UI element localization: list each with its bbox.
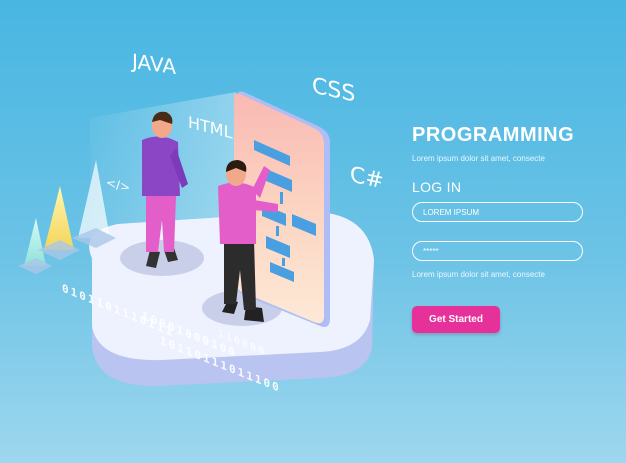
programming-illustration <box>18 91 375 387</box>
username-input[interactable] <box>412 202 583 222</box>
login-heading: LOG IN <box>412 179 462 195</box>
page-title: PROGRAMMING <box>412 124 575 146</box>
hint-text: Lorem ipsum dolor sit amet, consecte <box>412 270 545 279</box>
get-started-button[interactable]: Get Started <box>412 306 500 333</box>
password-input[interactable] <box>412 241 583 261</box>
subtitle-text: Lorem ipsum dolor sit amet, consecte <box>412 154 545 163</box>
